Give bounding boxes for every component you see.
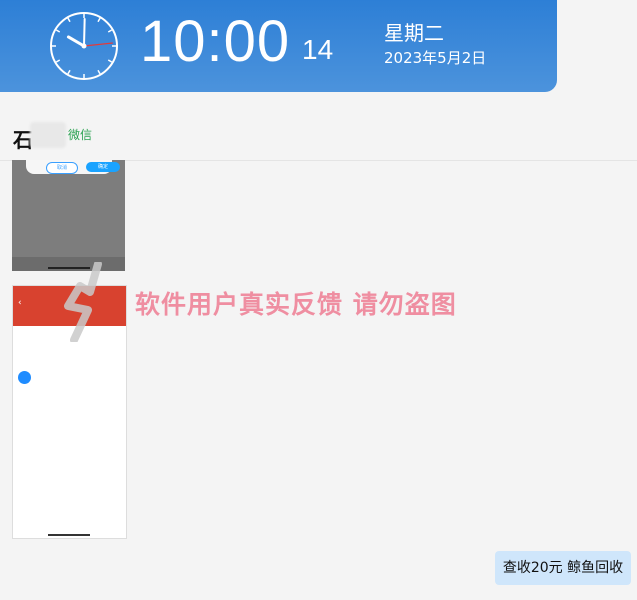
time-banner: 10:00 14 星期二 2023年5月2日 xyxy=(0,0,557,92)
collect-reward-button[interactable]: 查收20元 鲸鱼回收 xyxy=(495,551,631,585)
clock-tick xyxy=(97,17,101,23)
current-time: 10:00 xyxy=(140,9,291,74)
clock-tick xyxy=(97,69,101,75)
watermark-arrow-icon xyxy=(64,262,102,342)
clock-tick xyxy=(55,59,61,63)
date-label: 2023年5月2日 xyxy=(384,49,487,67)
chevron-left-icon: ‹ xyxy=(18,298,22,308)
home-indicator xyxy=(48,534,90,536)
chat-header: 石 微信 xyxy=(0,108,637,161)
analog-clock-icon xyxy=(50,12,118,80)
weekday-label: 星期二 xyxy=(384,21,444,45)
dialog-fragment: 取消 确定 xyxy=(26,160,120,174)
clock-tick xyxy=(107,59,113,63)
screenshot-image-1[interactable]: 取消 确定 xyxy=(12,160,125,271)
current-seconds: 14 xyxy=(302,34,334,65)
watermark-text: 软件用户真实反馈 请勿盗图 xyxy=(135,290,457,319)
clock-tick xyxy=(67,69,71,75)
source-badge: 微信 xyxy=(68,128,93,142)
dialog-confirm-button: 确定 xyxy=(86,162,120,172)
clock-tick xyxy=(67,17,71,23)
name-redaction xyxy=(30,122,66,148)
app-icon xyxy=(18,371,31,384)
clock-tick xyxy=(107,29,113,33)
dialog-cancel-button: 取消 xyxy=(46,162,78,174)
clock-tick xyxy=(55,29,61,33)
